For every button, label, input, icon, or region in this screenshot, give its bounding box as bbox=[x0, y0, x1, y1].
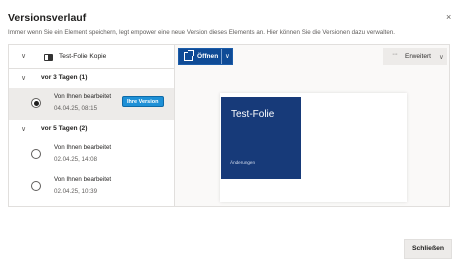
group-header[interactable]: ∨ vor 5 Tagen (2) bbox=[9, 121, 174, 139]
version-radio[interactable] bbox=[31, 181, 41, 191]
version-author: Von Ihnen bearbeitet bbox=[54, 176, 112, 183]
more-dots-icon: ··· bbox=[392, 51, 398, 58]
slide-title: Test-Folie bbox=[231, 109, 275, 120]
chevron-down-icon[interactable]: ∨ bbox=[21, 74, 26, 82]
open-button[interactable]: Öffnen ∨ bbox=[178, 48, 233, 65]
file-name: Test-Folie Kopie bbox=[59, 53, 107, 60]
version-date: 02.04.25, 10:39 bbox=[54, 188, 98, 195]
close-icon[interactable]: × bbox=[446, 13, 451, 22]
group-header[interactable]: ∨ vor 3 Tagen (1) bbox=[9, 70, 174, 88]
file-row[interactable]: ∨ Test-Folie Kopie bbox=[9, 45, 174, 69]
slide-title-block: Test-Folie Änderungen bbox=[221, 97, 301, 179]
chevron-down-icon[interactable]: ∨ bbox=[21, 52, 26, 60]
version-author: Von Ihnen bearbeitet bbox=[54, 144, 112, 151]
version-author: Von Ihnen bearbeitet bbox=[54, 93, 112, 100]
version-list: ∨ Test-Folie Kopie ∨ vor 3 Tagen (1) Von… bbox=[8, 44, 174, 207]
chevron-down-icon[interactable]: ∨ bbox=[21, 125, 26, 133]
group-label: vor 3 Tagen (1) bbox=[41, 74, 88, 81]
dialog-title: Versionsverlauf bbox=[8, 12, 87, 24]
slide-preview: Test-Folie Änderungen bbox=[220, 93, 407, 202]
chevron-down-icon[interactable]: ∨ bbox=[225, 52, 230, 60]
version-item[interactable]: Von Ihnen bearbeitet 02.04.25, 10:39 bbox=[9, 171, 174, 203]
chevron-down-icon: ∨ bbox=[439, 54, 444, 61]
slide-subtitle: Änderungen bbox=[230, 160, 256, 165]
group-label: vor 5 Tagen (2) bbox=[41, 125, 88, 132]
advanced-label: Erweitert bbox=[405, 53, 432, 60]
version-item[interactable]: Von Ihnen bearbeitet 02.04.25, 14:08 bbox=[9, 139, 174, 171]
preview-panel: Öffnen ∨ ··· Erweitert ∨ Test-Folie Ände… bbox=[174, 44, 450, 207]
version-history-dialog: Versionsverlauf × Immer wenn Sie ein Ele… bbox=[0, 0, 458, 269]
slide-file-icon bbox=[44, 54, 53, 61]
version-date: 04.04.25, 08:15 bbox=[54, 105, 98, 112]
current-version-badge: Ihre Version bbox=[122, 96, 164, 107]
version-radio[interactable] bbox=[31, 98, 41, 108]
dialog-subtitle: Immer wenn Sie ein Element speichern, le… bbox=[8, 29, 395, 36]
split-divider bbox=[221, 49, 222, 64]
version-item[interactable]: Von Ihnen bearbeitet 04.04.25, 08:15 Ihr… bbox=[9, 88, 174, 120]
close-button[interactable]: Schließen bbox=[404, 239, 452, 259]
open-button-label: Öffnen bbox=[197, 53, 219, 60]
version-radio[interactable] bbox=[31, 149, 41, 159]
open-external-icon bbox=[184, 50, 194, 61]
version-date: 02.04.25, 14:08 bbox=[54, 156, 98, 163]
advanced-button[interactable]: ··· Erweitert ∨ bbox=[383, 48, 447, 65]
